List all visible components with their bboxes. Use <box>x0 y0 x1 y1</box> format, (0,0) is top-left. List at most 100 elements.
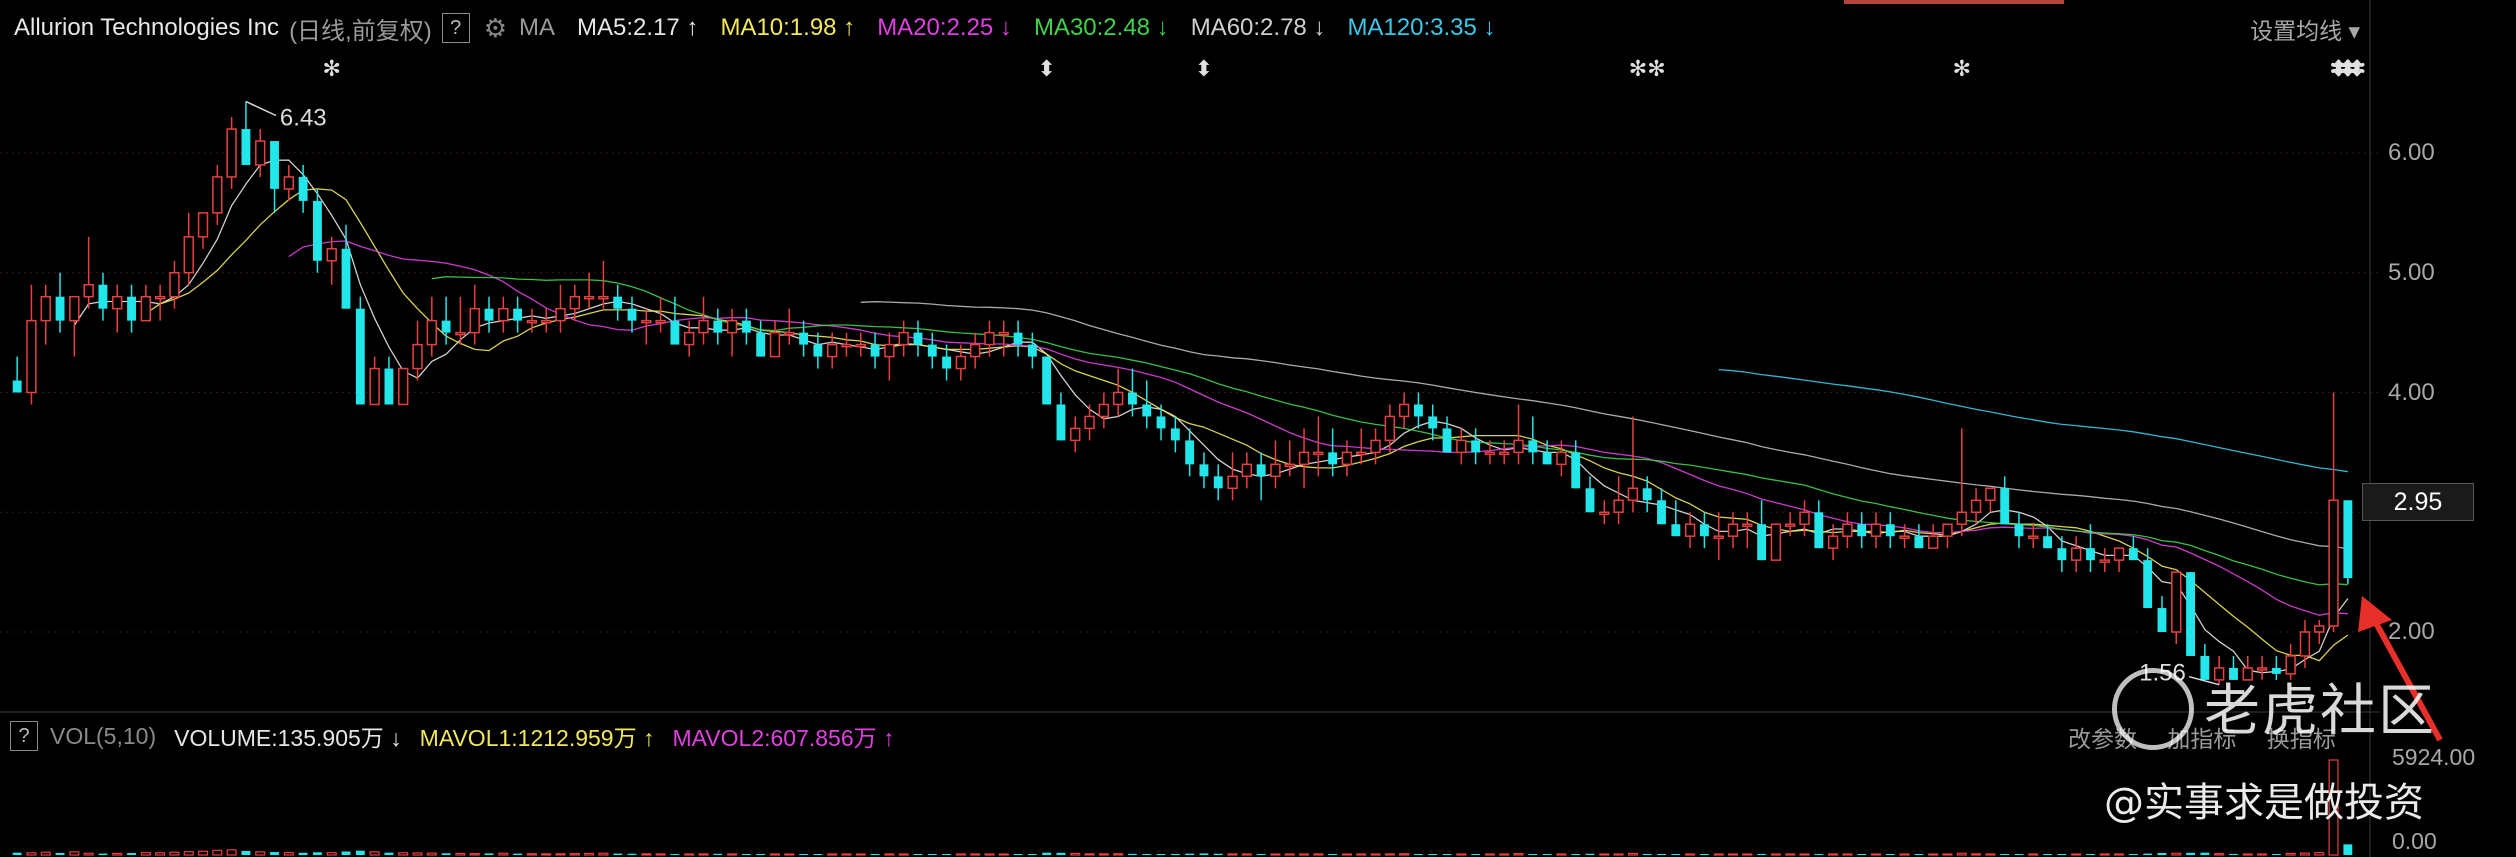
candle-body <box>398 367 409 406</box>
candle-body <box>670 320 680 345</box>
volume-bar <box>1042 852 1052 855</box>
candle-body <box>498 307 509 322</box>
volume-bar <box>2314 852 2325 856</box>
price-tick-0: 6.00 <box>2388 139 2435 166</box>
candle-body <box>2086 548 2095 561</box>
volume-bar <box>1471 854 1481 855</box>
volume-bar <box>1442 853 1452 855</box>
watermark-author: @实事求是做投资 <box>2104 780 2424 826</box>
volume-bar <box>1814 853 1824 855</box>
event-marker: ✻ <box>323 57 341 82</box>
candle-body <box>1599 511 1610 515</box>
candle-body <box>826 343 838 358</box>
volume-bar <box>2000 853 2010 855</box>
candle-body <box>1070 427 1081 442</box>
candle-body <box>913 332 923 345</box>
volume-bar <box>1341 853 1352 856</box>
candle-body <box>1298 451 1310 466</box>
candle-body <box>83 283 94 298</box>
candle-body <box>426 319 437 346</box>
volume-bar <box>369 851 380 856</box>
ma10-line <box>145 188 2349 662</box>
candle-body <box>870 344 880 357</box>
volume-bar <box>1627 852 1638 856</box>
candle-body <box>1885 524 1895 537</box>
volume-bar <box>1842 853 1853 856</box>
volume-bar <box>1685 853 1696 856</box>
volume-bar <box>698 853 709 856</box>
candle-body <box>1556 451 1567 466</box>
candle-body <box>955 355 967 370</box>
candle-body <box>2343 500 2353 579</box>
volume-bar <box>1170 853 1180 855</box>
volume-bar <box>1914 854 1924 855</box>
volume-bar <box>412 852 423 856</box>
volume-bar <box>1328 854 1338 855</box>
volume-value: VOLUME:135.905万 ↓ <box>174 725 402 751</box>
volume-bar <box>670 853 680 855</box>
candle-body <box>26 319 37 394</box>
candle-body <box>1027 344 1037 357</box>
volume-bar <box>2099 853 2110 856</box>
volume-bar <box>713 853 723 855</box>
volume-bar <box>1642 853 1652 855</box>
volume-bar <box>55 852 65 855</box>
candle-body <box>2157 608 2167 632</box>
candle-body <box>1284 463 1295 468</box>
candle-body <box>1112 391 1124 406</box>
volume-bar <box>455 852 466 856</box>
volume-bar <box>384 852 394 855</box>
candle-body <box>1571 452 1581 489</box>
candle-body <box>1657 500 1666 525</box>
volume-bar <box>441 853 451 855</box>
ma5-line <box>73 159 2349 674</box>
candle-body <box>197 212 209 238</box>
candle-body <box>1914 536 1924 549</box>
volume-bar <box>799 854 809 855</box>
volume-bar <box>1757 853 1767 855</box>
volume-bar <box>2186 852 2195 855</box>
volume-bar <box>255 851 266 856</box>
candle-body <box>756 332 766 357</box>
volume-bar <box>1156 854 1166 855</box>
volume-bar <box>2285 852 2296 856</box>
volume-bar <box>784 853 795 856</box>
candle-body <box>1213 476 1223 489</box>
volume-bar <box>655 853 666 856</box>
volume-bar <box>355 850 365 855</box>
volume-bar <box>526 853 537 856</box>
volume-bar <box>1084 853 1095 856</box>
candle-body <box>1199 464 1209 477</box>
volume-bar <box>2171 852 2182 856</box>
volume-bar <box>2128 854 2138 855</box>
event-marker: ⬍ <box>1195 57 1213 82</box>
volume-bar <box>1027 854 1037 855</box>
volume-bar <box>1885 854 1895 855</box>
candle-body <box>2314 625 2325 633</box>
price-tick-2: 4.00 <box>2388 378 2435 406</box>
volume-bar <box>1713 853 1724 856</box>
candle-body <box>1471 440 1481 453</box>
candle-body <box>927 344 937 357</box>
volume-bar <box>112 852 123 856</box>
candle-body <box>1513 439 1524 454</box>
candle-body <box>484 308 494 321</box>
candle-body <box>1671 524 1681 537</box>
volume-bar <box>83 852 94 856</box>
volume-bar <box>1356 853 1367 856</box>
volume-bar <box>727 853 738 856</box>
volume-indicator-label: VOL(5,10) <box>50 722 157 749</box>
volume-bar <box>584 852 595 856</box>
candle-body <box>1428 416 1438 429</box>
candle-body <box>1313 451 1324 456</box>
candle-body <box>598 295 609 300</box>
volume-bar <box>769 853 781 856</box>
volume-help-icon[interactable]: ? <box>10 721 38 751</box>
event-marker: ✻ <box>1953 57 1971 82</box>
volume-bar <box>341 851 351 855</box>
candle-body <box>1528 440 1538 453</box>
candle-body <box>1785 523 1796 527</box>
volume-bar <box>155 852 166 856</box>
volume-bar <box>1128 853 1137 855</box>
volume-bar <box>1770 853 1781 856</box>
